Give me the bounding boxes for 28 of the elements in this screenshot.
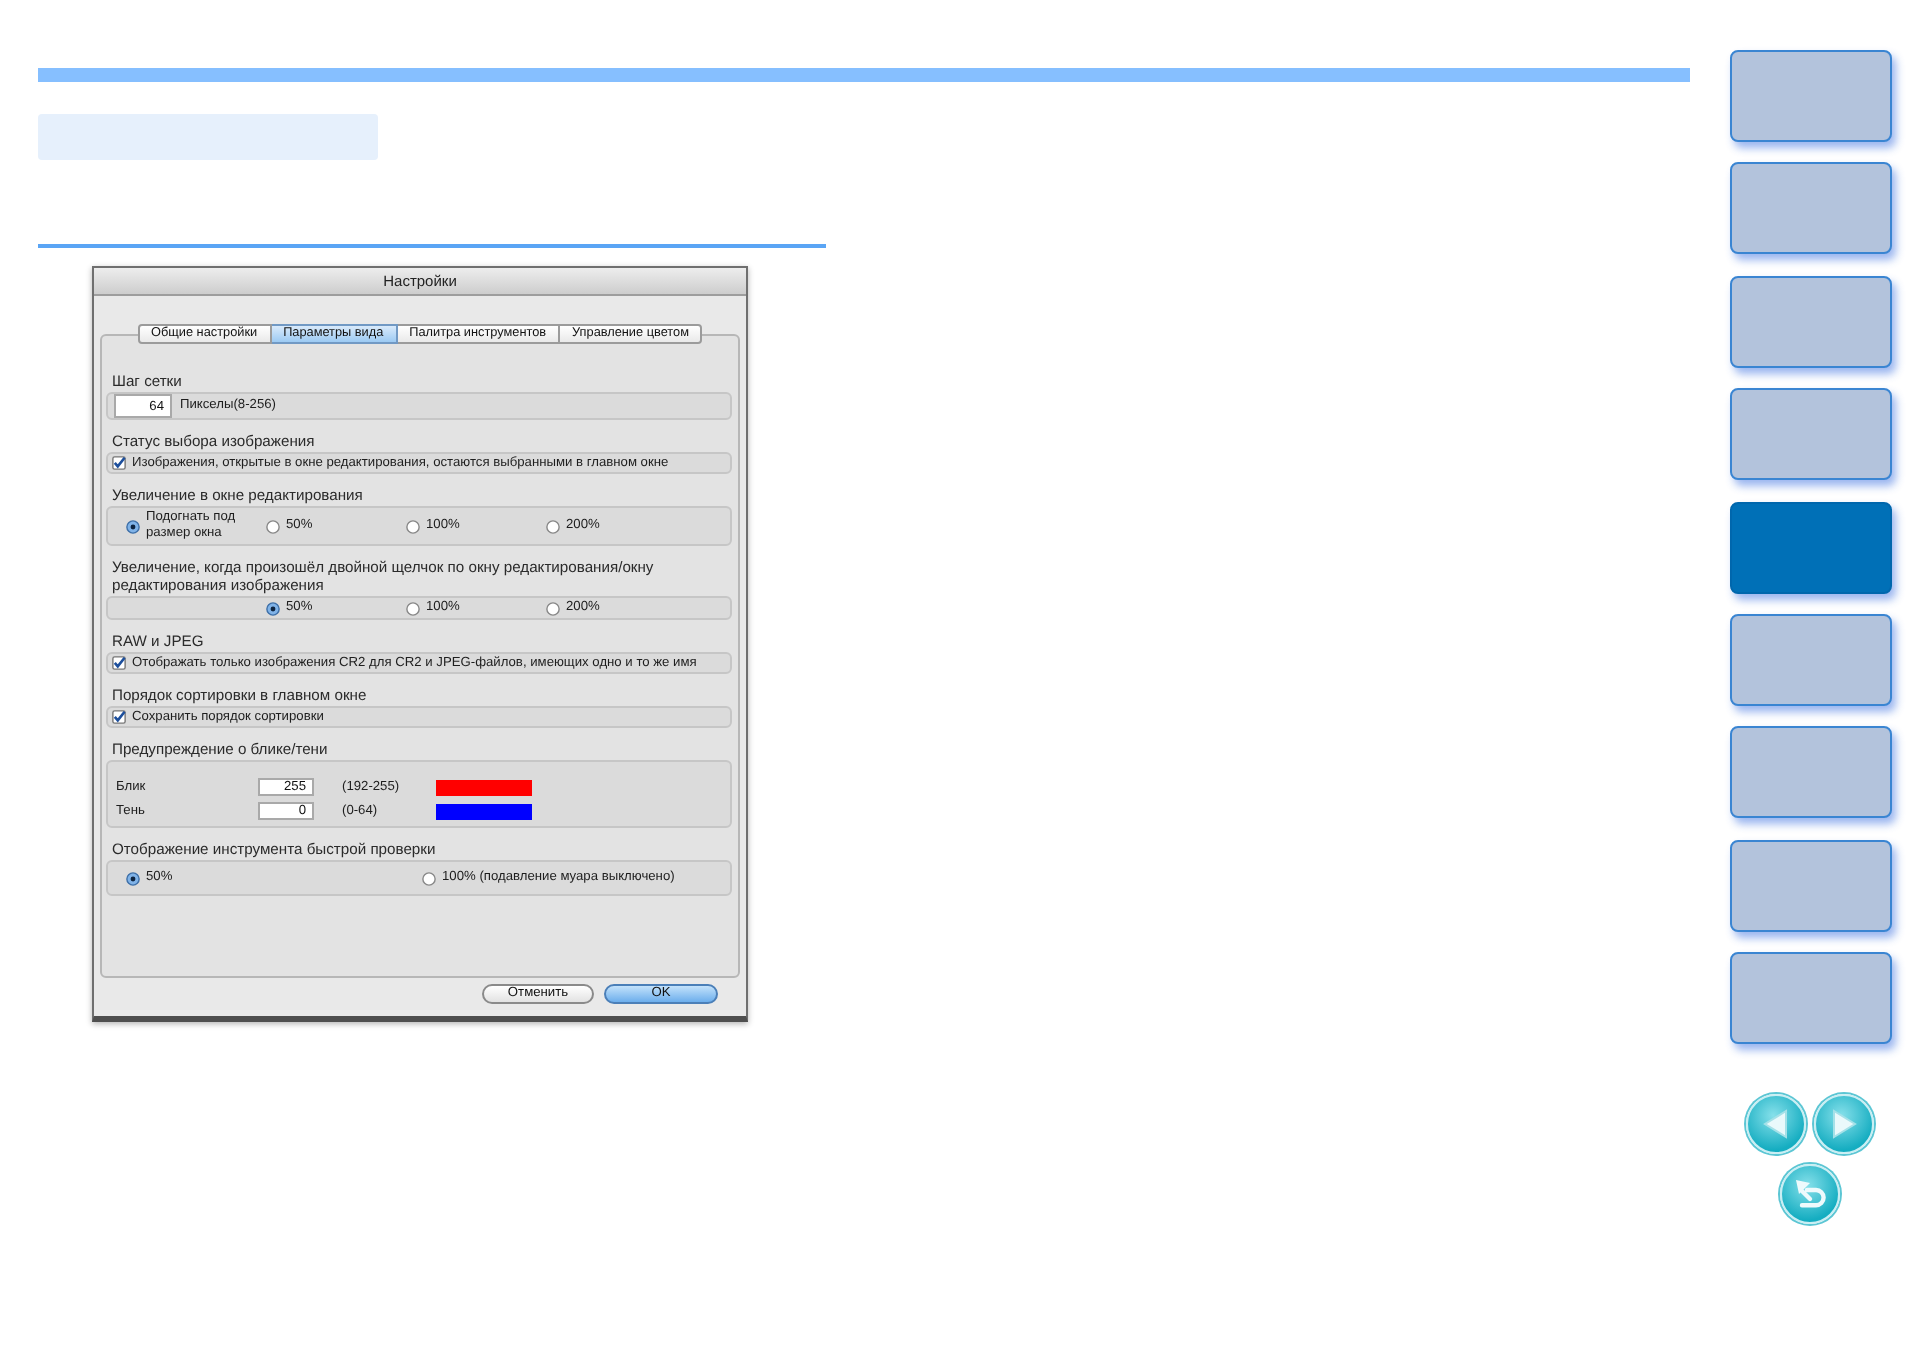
sidebar-tab[interactable] [1730, 162, 1892, 255]
sidebar-tab[interactable] [1730, 388, 1892, 481]
checkbox[interactable] [112, 710, 126, 724]
left-triangle-icon [1762, 1107, 1790, 1140]
radio-button[interactable] [406, 601, 420, 615]
checkbox[interactable] [112, 656, 126, 670]
radio-button[interactable] [422, 871, 436, 885]
checkbox[interactable] [112, 456, 126, 470]
previous-page-button[interactable] [1746, 1093, 1806, 1154]
radio-button[interactable] [546, 519, 560, 533]
radio-button[interactable] [266, 519, 280, 533]
radio-button[interactable] [406, 519, 420, 533]
right-triangle-icon [1830, 1107, 1858, 1140]
sidebar-tab[interactable] [1730, 275, 1892, 368]
sidebar-tab[interactable] [1730, 613, 1892, 706]
radio-button[interactable] [266, 601, 280, 615]
color-swatch-icon[interactable] [436, 803, 532, 819]
color-swatch-icon[interactable] [436, 779, 532, 795]
return-button[interactable] [1780, 1163, 1840, 1224]
radio-button[interactable] [126, 871, 140, 885]
radio-button[interactable] [126, 519, 140, 533]
sidebar-tab[interactable] [1730, 839, 1892, 932]
sidebar-tab[interactable] [1730, 726, 1892, 819]
next-page-button[interactable] [1814, 1093, 1874, 1154]
sidebar-tab[interactable] [1730, 952, 1892, 1044]
sidebar-tab[interactable] [1730, 50, 1892, 142]
return-arrow-icon [1793, 1177, 1827, 1210]
radio-button[interactable] [546, 601, 560, 615]
